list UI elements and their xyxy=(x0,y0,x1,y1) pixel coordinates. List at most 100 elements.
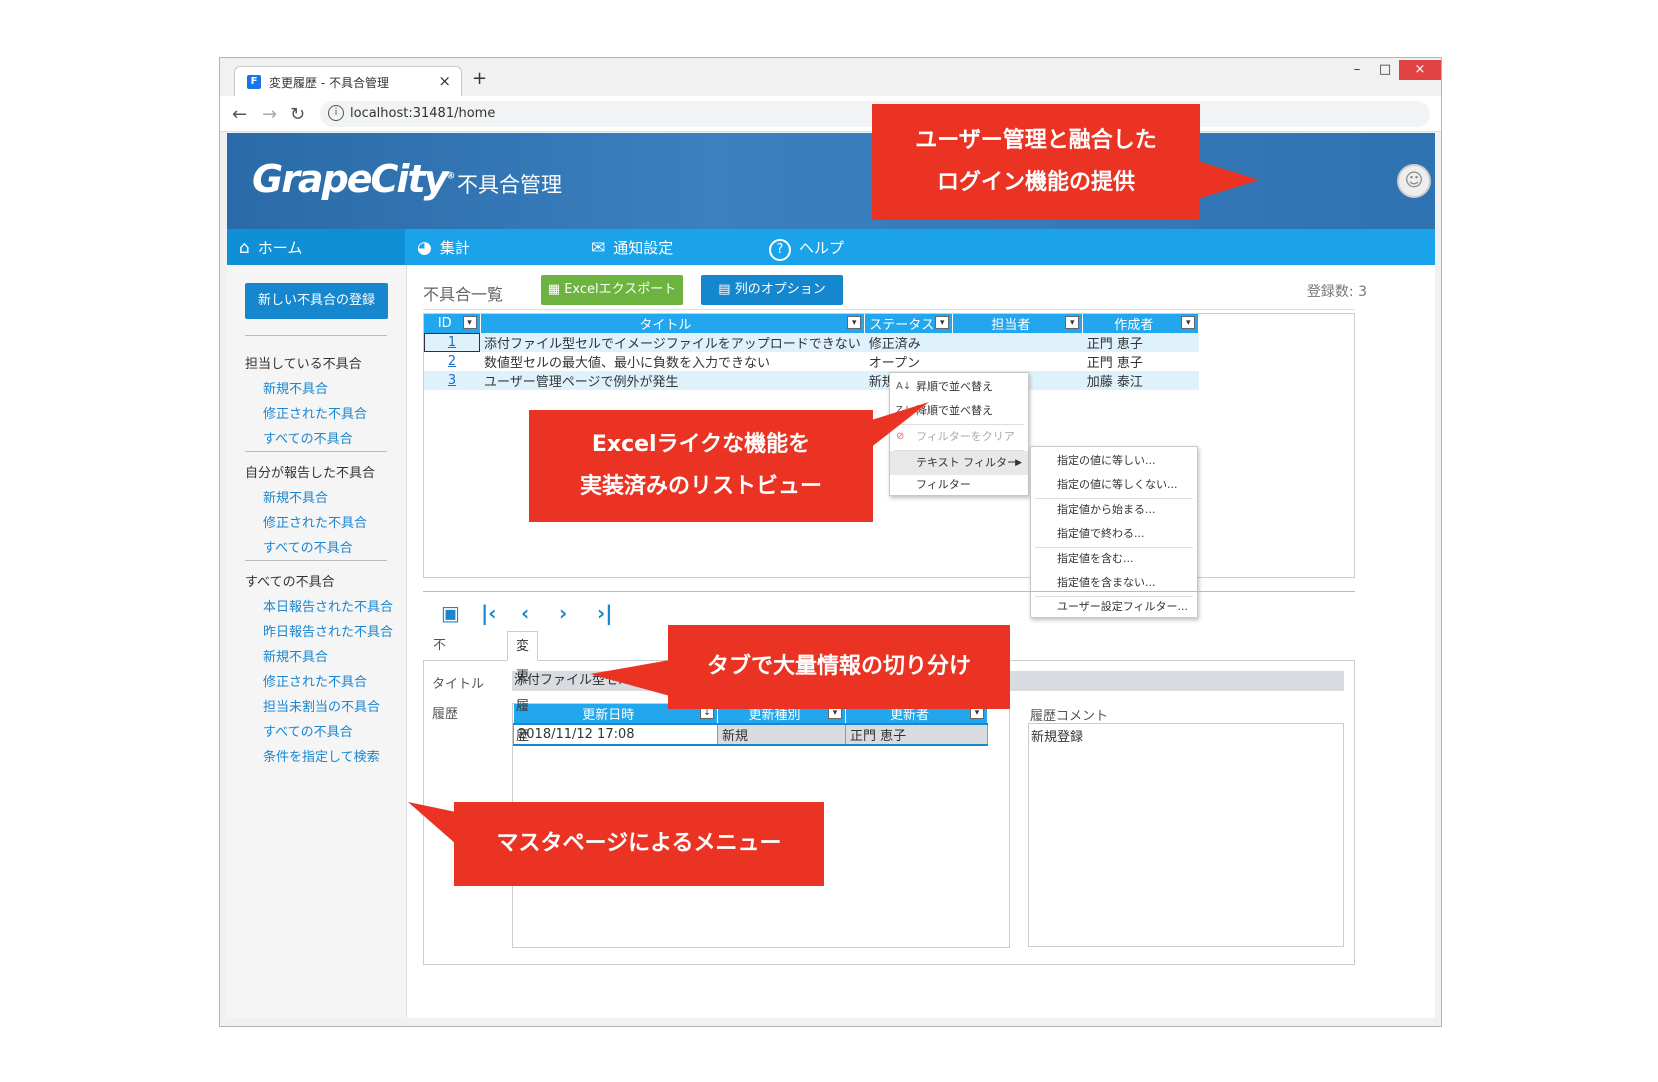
cell-owner[interactable] xyxy=(952,333,1083,352)
nav-item-notification[interactable]: ✉ 通知設定 xyxy=(591,237,673,258)
first-record-icon[interactable]: |‹ xyxy=(481,601,497,625)
filter-item[interactable]: フィルター xyxy=(890,473,1028,497)
excel-export-button[interactable]: ▦ Excelエクスポート xyxy=(541,275,683,305)
filter-dropdown-icon[interactable]: ▾ xyxy=(847,316,862,329)
close-window-button[interactable]: × xyxy=(1399,60,1441,80)
filter-equals-item[interactable]: 指定の値に等しい... xyxy=(1057,451,1156,471)
mail-icon: ✉ xyxy=(591,238,606,258)
sidebar-link[interactable]: 昨日報告された不具合 xyxy=(263,621,393,640)
minimize-button[interactable]: – xyxy=(1343,60,1371,80)
id-link[interactable]: 2 xyxy=(424,352,480,371)
filter-dropdown-icon[interactable]: ▾ xyxy=(1181,316,1196,329)
sidebar-link[interactable]: 修正された不具合 xyxy=(263,671,367,690)
callout-menu: マスタページによるメニュー xyxy=(454,802,824,886)
table-row[interactable]: 2018/11/12 17:08 新規 正門 恵子 xyxy=(513,723,988,746)
table-icon: ▤ xyxy=(718,282,735,297)
history-comment-field[interactable]: 新規登録 xyxy=(1028,723,1344,947)
forward-arrow-icon[interactable]: → xyxy=(262,104,277,125)
sort-asc-icon: A↓ xyxy=(896,381,912,392)
cell-author[interactable]: 加藤 泰江 xyxy=(1082,371,1199,390)
filter-not-equals-item[interactable]: 指定の値に等しくない... xyxy=(1057,475,1178,495)
cell-author[interactable]: 正門 恵子 xyxy=(1083,352,1199,371)
col-header-status[interactable]: ステータス ▾ xyxy=(864,314,954,333)
browser-tab[interactable]: F 変更履歴 - 不具合管理 × xyxy=(234,66,462,96)
col-header-owner[interactable]: 担当者 ▾ xyxy=(952,314,1084,333)
new-tab-button[interactable]: + xyxy=(472,68,487,89)
table-row[interactable]: 2 数値型セルの最大値、最小に負数を入力できない オープン 正門 恵子 xyxy=(424,352,1199,371)
issue-grid: ID ▾ タイトル ▾ ステータス ▾ 担当者 ▾ 作成者 ▾ 1 添付ファイル型セルでイ… xyxy=(424,314,1200,390)
user-name[interactable]: 森上 偉久馬 ▾ xyxy=(1443,172,1529,192)
sidebar-link[interactable]: 担当未割当の不具合 xyxy=(263,696,380,715)
filter-not-contains-item[interactable]: 指定値を含まない... xyxy=(1057,573,1156,593)
history-label: 履歴 xyxy=(432,707,459,722)
id-link[interactable]: 3 xyxy=(424,371,480,390)
grapecity-logo: GrapeCity® xyxy=(252,157,456,201)
last-record-icon[interactable]: ›| xyxy=(597,601,613,625)
cell-author[interactable]: 正門 恵子 xyxy=(1082,333,1199,352)
sidebar-group-assigned: 担当している不具合 xyxy=(245,357,362,372)
callout-excel: Excelライクな機能を 実装済みのリストビュー xyxy=(529,410,873,522)
cell-status[interactable]: オープン xyxy=(865,352,953,371)
sidebar-link[interactable]: 修正された不具合 xyxy=(263,403,367,422)
table-row[interactable]: 3 ユーザー管理ページで例外が発生 新規 加藤 泰江 xyxy=(424,371,1199,390)
cell-title[interactable]: ユーザー管理ページで例外が発生 xyxy=(480,371,865,390)
tab-change-history[interactable]: 変更履歴 xyxy=(507,631,539,744)
menu-separator xyxy=(1035,498,1193,499)
column-options-button[interactable]: ▤ 列のオプション xyxy=(701,275,843,305)
sidebar-link[interactable]: 新規不具合 xyxy=(263,646,328,665)
nav-item-summary[interactable]: ◕ 集計 xyxy=(417,237,470,258)
reload-icon[interactable]: ↻ xyxy=(290,104,305,125)
list-header: 不具合一覧 ▦ Excelエクスポート ▤ 列のオプション 登録数: 3 xyxy=(423,275,1435,305)
chart-icon: ◕ xyxy=(417,238,432,258)
cell-updater[interactable]: 正門 恵子 xyxy=(845,723,988,746)
sidebar-link[interactable]: 本日報告された不具合 xyxy=(263,596,393,615)
nav-item-help[interactable]: ? ヘルプ xyxy=(769,237,844,261)
sidebar-link[interactable]: 新規不具合 xyxy=(263,487,328,506)
prev-record-icon[interactable]: ‹ xyxy=(521,601,529,625)
new-issue-button[interactable]: 新しい不具合の登録 xyxy=(245,283,388,319)
id-link[interactable]: 1 xyxy=(424,333,480,352)
sidebar-link[interactable]: すべての不具合 xyxy=(263,721,353,740)
detail-divider xyxy=(423,591,1355,592)
filter-ends-with-item[interactable]: 指定値で終わる... xyxy=(1057,524,1145,544)
callout-login-arrow xyxy=(1195,160,1259,200)
callout-menu-arrow xyxy=(408,802,456,844)
tab-issue-content[interactable]: 不具合内容 xyxy=(425,631,454,773)
sidebar-link[interactable]: すべての不具合 xyxy=(263,537,353,556)
cell-owner[interactable] xyxy=(953,352,1083,371)
col-header-author[interactable]: 作成者 ▾ xyxy=(1082,314,1200,333)
title-label: タイトル xyxy=(432,677,485,692)
maximize-button[interactable]: □ xyxy=(1371,60,1399,80)
filter-begins-with-item[interactable]: 指定値から始まる... xyxy=(1057,500,1156,520)
next-record-icon[interactable]: › xyxy=(559,601,567,625)
filter-contains-item[interactable]: 指定値を含む... xyxy=(1057,549,1134,569)
sort-asc-item[interactable]: A↓ 昇順で並べ替え xyxy=(890,375,1028,399)
info-icon[interactable]: i xyxy=(328,105,344,121)
callout-tabs: タブで大量情報の切り分け xyxy=(668,625,1010,709)
sidebar-link[interactable]: 新規不具合 xyxy=(263,378,328,397)
tab-title: 変更履歴 - 不具合管理 xyxy=(269,76,389,90)
menu-separator xyxy=(1035,547,1193,548)
favicon-icon: F xyxy=(247,75,261,89)
sidebar: 新しい不具合の登録 担当している不具合 新規不具合 修正された不具合 すべての不… xyxy=(227,265,407,1018)
cell-updated-at[interactable]: 2018/11/12 17:08 xyxy=(513,723,718,746)
table-row[interactable]: 1 添付ファイル型セルでイメージファイルをアップロードできない 修正済み 正門 … xyxy=(424,333,1199,352)
col-header-title[interactable]: タイトル ▾ xyxy=(480,314,866,333)
cell-status[interactable]: 修正済み xyxy=(864,333,953,352)
nav-item-home[interactable]: ⌂ ホーム xyxy=(239,237,302,258)
sidebar-link[interactable]: 修正された不具合 xyxy=(263,512,367,531)
col-header-id[interactable]: ID ▾ xyxy=(424,314,481,333)
filter-dropdown-icon[interactable]: ▾ xyxy=(935,316,950,329)
user-avatar-icon[interactable]: ☺ xyxy=(1397,164,1431,198)
back-arrow-icon[interactable]: ← xyxy=(232,104,247,125)
filter-dropdown-icon[interactable]: ▾ xyxy=(462,316,477,329)
cell-title[interactable]: 添付ファイル型セルでイメージファイルをアップロードできない xyxy=(480,333,865,352)
filter-dropdown-icon[interactable]: ▾ xyxy=(1065,316,1080,329)
save-icon[interactable]: ▣ xyxy=(441,601,460,625)
list-title: 不具合一覧 xyxy=(423,285,504,304)
sidebar-link[interactable]: すべての不具合 xyxy=(263,428,353,447)
cell-title[interactable]: 数値型セルの最大値、最小に負数を入力できない xyxy=(480,352,865,371)
cell-update-type[interactable]: 新規 xyxy=(717,723,846,746)
sidebar-link[interactable]: 条件を指定して検索 xyxy=(263,746,380,765)
tab-close-icon[interactable]: × xyxy=(438,72,451,90)
